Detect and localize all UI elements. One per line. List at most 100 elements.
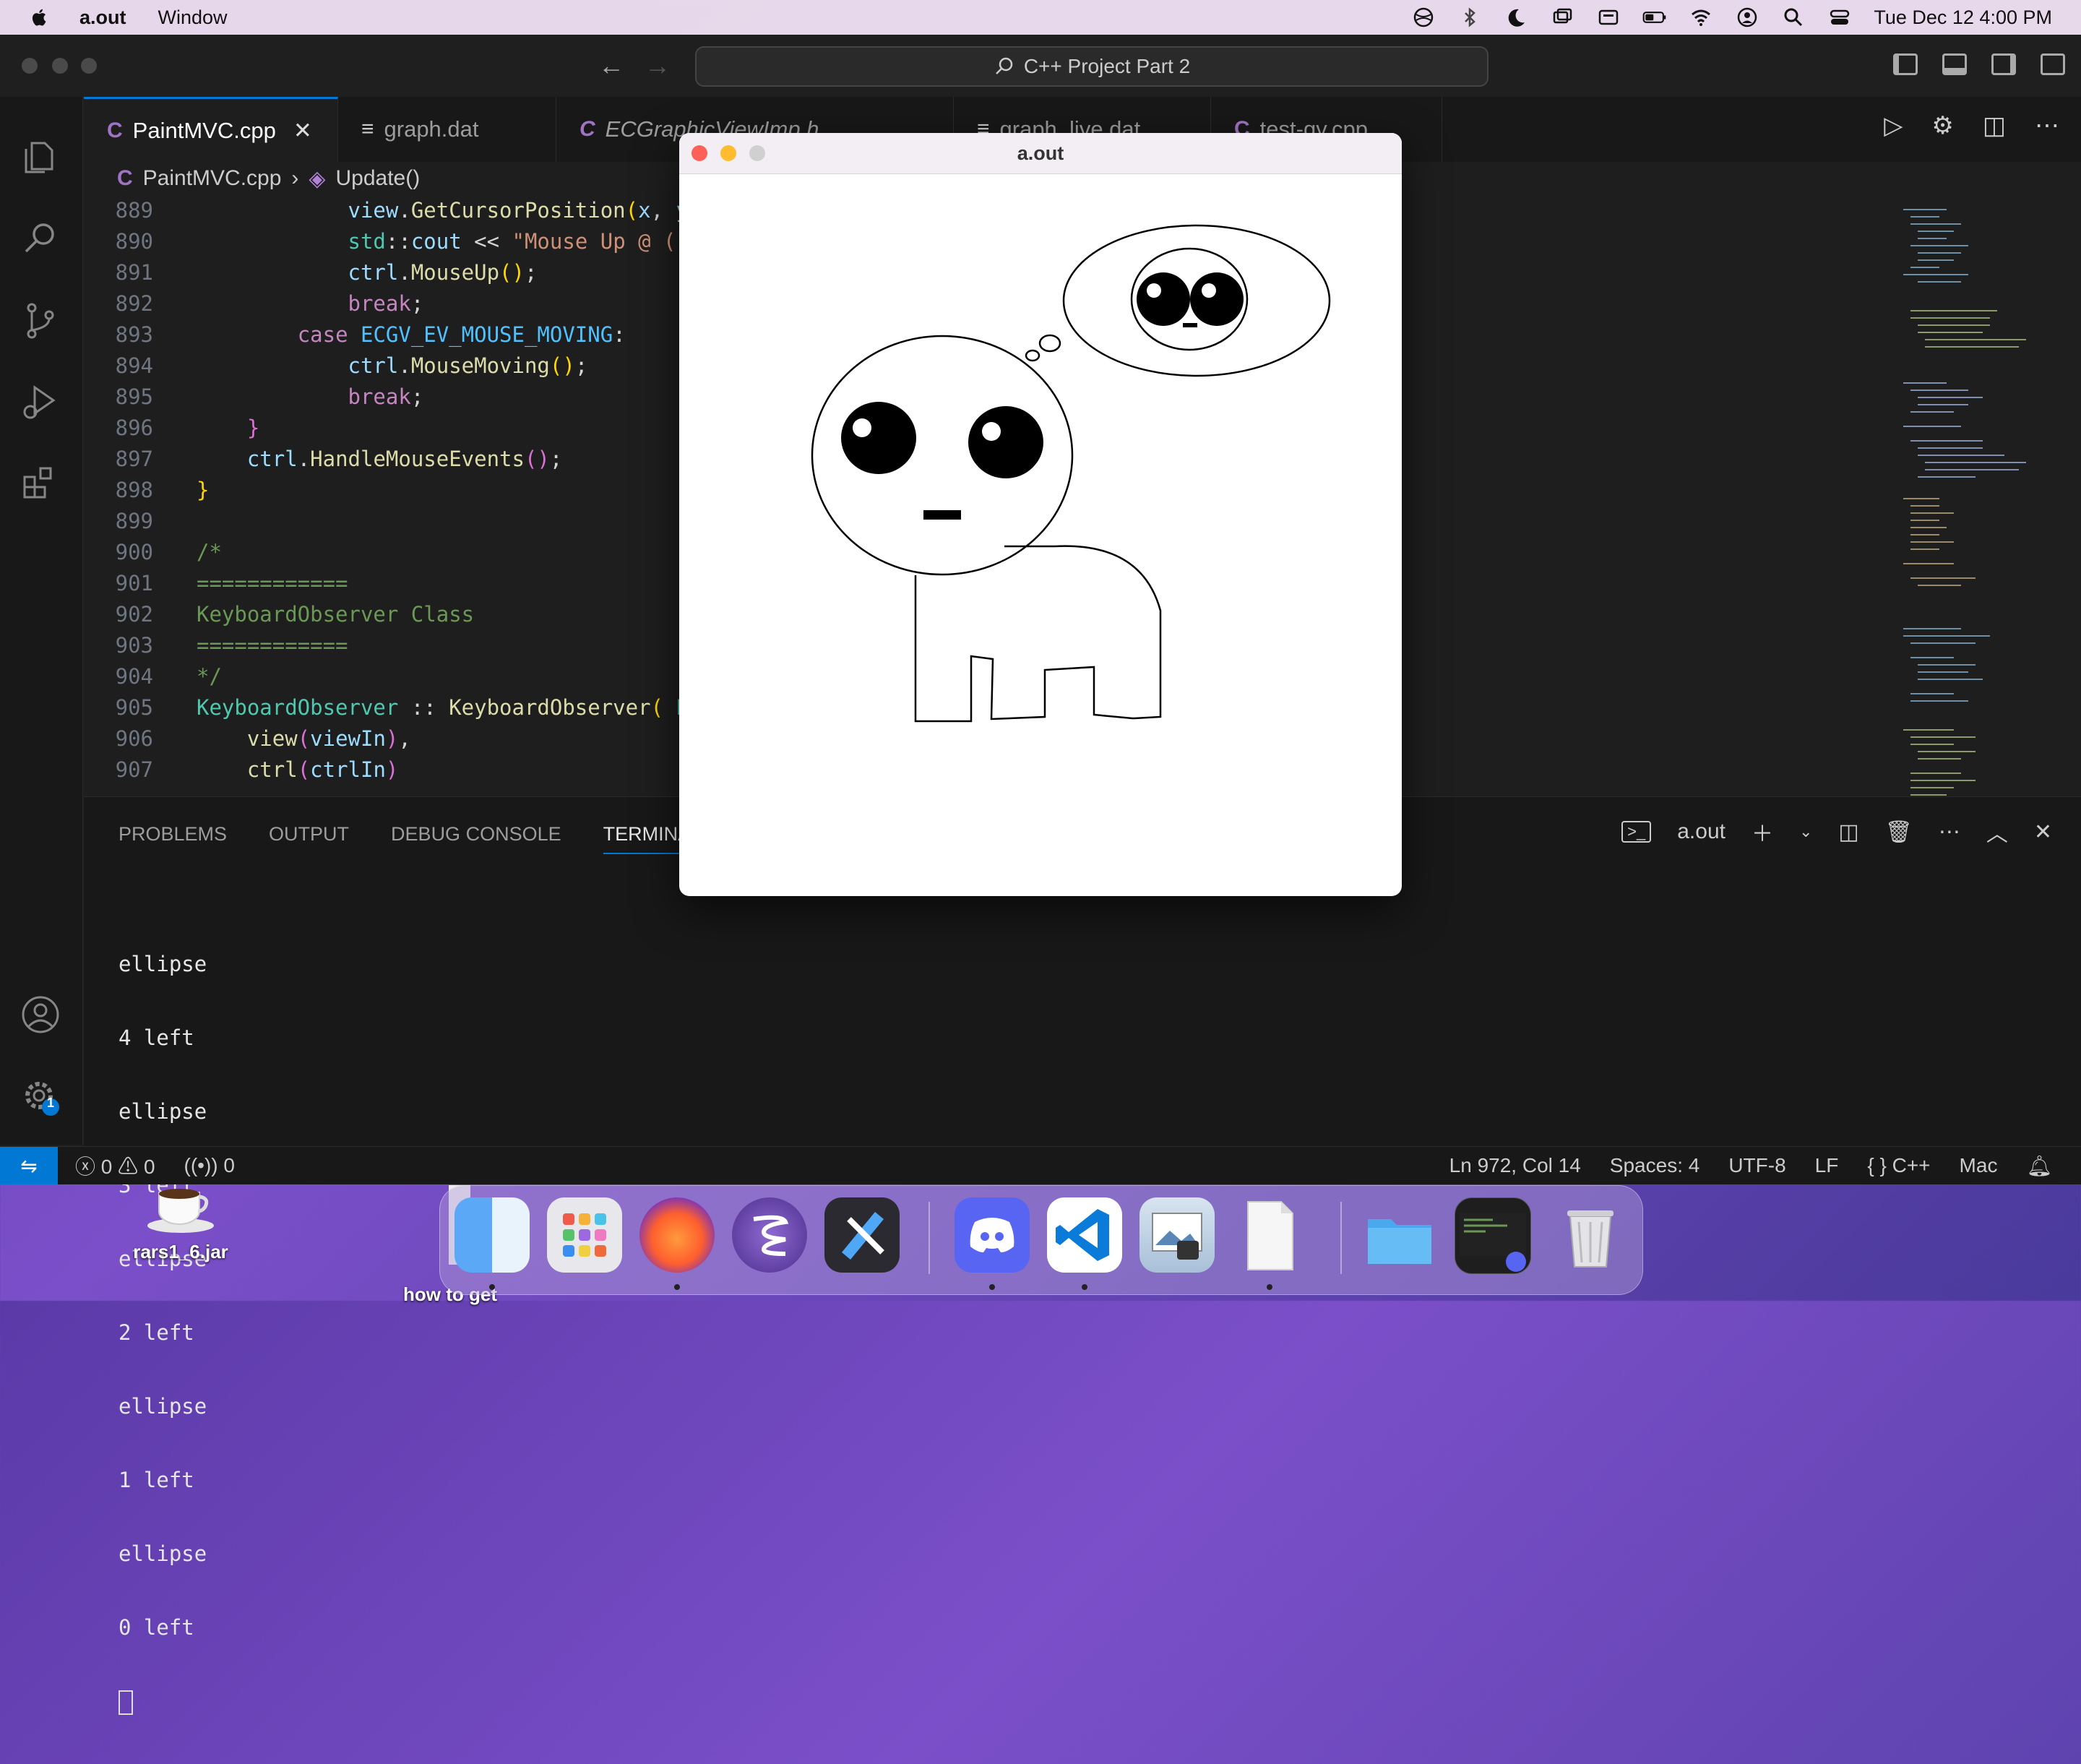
command-center[interactable]: C++ Project Part 2	[695, 46, 1488, 87]
indentation-status[interactable]: Spaces: 4	[1610, 1154, 1700, 1177]
control-center-icon[interactable]	[1827, 5, 1852, 30]
source-control-icon[interactable]	[19, 299, 62, 343]
menubar-clock[interactable]: Tue Dec 12 4:00 PM	[1874, 7, 2052, 29]
aout-minimize-button[interactable]	[720, 145, 736, 161]
notifications-bell-icon[interactable]: 🔔︎	[2026, 1154, 2052, 1178]
window-preview-icon[interactable]	[1455, 1197, 1531, 1274]
tab-graph-dat[interactable]: ≡ graph.dat	[338, 97, 556, 162]
launchpad-icon[interactable]	[547, 1197, 622, 1273]
trash-icon[interactable]	[1553, 1197, 1628, 1273]
input-menu-icon[interactable]	[1596, 5, 1621, 30]
close-window-button[interactable]	[22, 58, 38, 74]
minimize-window-button[interactable]	[52, 58, 68, 74]
terminal-instance-name[interactable]: a.out	[1677, 819, 1725, 844]
tab-paintmvc-cpp[interactable]: C PaintMVC.cpp ✕	[84, 97, 338, 162]
firefox-icon[interactable]	[639, 1197, 715, 1273]
language-mode[interactable]: { } C++	[1867, 1154, 1930, 1177]
bluetooth-icon[interactable]	[1457, 5, 1482, 30]
tab-debug-console[interactable]: DEBUG CONSOLE	[391, 823, 561, 854]
tab-output[interactable]: OUTPUT	[269, 823, 349, 854]
desktop-icon-rars[interactable]: rars1_6.jar	[130, 1178, 231, 1263]
cursor-position[interactable]: Ln 972, Col 14	[1449, 1154, 1581, 1177]
manage-gear-icon[interactable]: 1	[19, 1075, 62, 1119]
preview-icon[interactable]	[1139, 1197, 1215, 1273]
active-app-menu[interactable]: a.out	[79, 7, 126, 29]
accounts-icon[interactable]	[19, 993, 62, 1036]
aout-window-title: a.out	[1017, 142, 1064, 164]
running-indicator	[989, 1284, 995, 1290]
creature-mouth	[923, 510, 961, 520]
running-indicator	[489, 1284, 495, 1290]
emacs-icon[interactable]	[732, 1197, 807, 1273]
settings-gear-icon[interactable]: ⚙	[1931, 111, 1953, 140]
warning-icon: ⚠	[118, 1156, 139, 1178]
run-file-icon[interactable]: ▷	[1884, 111, 1903, 140]
problems-status[interactable]: ⓧ 0 ⚠ 0	[75, 1151, 155, 1180]
forward-arrow-icon[interactable]: →	[645, 51, 671, 81]
close-panel-icon[interactable]: ✕	[2034, 819, 2052, 845]
discord-icon[interactable]	[955, 1197, 1030, 1273]
user-account-icon[interactable]	[1735, 5, 1759, 30]
breadcrumb-symbol[interactable]: Update()	[336, 166, 421, 191]
remote-indicator-icon[interactable]: ⇋	[0, 1147, 58, 1184]
left-eye	[841, 402, 916, 474]
close-tab-icon[interactable]: ✕	[293, 118, 312, 144]
platform-status[interactable]: Mac	[1960, 1154, 1998, 1177]
drawing-canvas[interactable]	[679, 173, 1402, 896]
chevron-down-icon[interactable]: ⌄	[1799, 822, 1812, 841]
window-menu[interactable]: Window	[158, 7, 228, 29]
breadcrumb: C PaintMVC.cpp › ◈ Update()	[84, 162, 420, 195]
toggle-primary-sidebar-icon[interactable]	[1893, 53, 1918, 75]
xcode-icon[interactable]	[824, 1197, 900, 1273]
more-actions-icon[interactable]: ⋯	[2035, 111, 2059, 140]
vscode-icon[interactable]	[1047, 1197, 1122, 1273]
screen-mirroring-icon[interactable]	[1550, 5, 1574, 30]
back-arrow-icon[interactable]: ←	[598, 51, 624, 81]
code-line: 899	[115, 509, 153, 533]
running-indicator	[674, 1284, 680, 1290]
customize-layout-icon[interactable]	[2041, 53, 2065, 75]
finder-icon[interactable]	[454, 1197, 530, 1273]
code-line: 893 case ECGV_EV_MOUSE_MOVING:	[115, 322, 626, 347]
aout-window: a.out	[679, 133, 1402, 896]
list-file-icon: ≡	[361, 117, 374, 141]
toggle-secondary-sidebar-icon[interactable]	[1991, 53, 2016, 75]
minimap[interactable]	[1889, 195, 2033, 831]
tab-problems[interactable]: PROBLEMS	[119, 823, 227, 854]
split-editor-icon[interactable]: ◫	[1983, 111, 2006, 140]
aout-close-button[interactable]	[691, 145, 707, 161]
running-indicator	[1267, 1284, 1272, 1290]
run-debug-icon[interactable]	[19, 380, 62, 423]
vpn-globe-icon[interactable]	[1411, 5, 1436, 30]
apple-icon[interactable]	[29, 7, 51, 28]
folder-icon[interactable]	[1362, 1197, 1437, 1273]
error-icon: ⓧ	[75, 1156, 96, 1178]
encoding-status[interactable]: UTF-8	[1728, 1154, 1785, 1177]
search-icon	[995, 57, 1013, 74]
spotlight-search-icon[interactable]	[1781, 5, 1806, 30]
zoom-window-button[interactable]	[81, 58, 97, 74]
split-terminal-icon[interactable]: ◫	[1838, 819, 1858, 845]
terminal-output[interactable]: ellipse 4 left ellipse 3 left ellipse 2 …	[119, 903, 207, 1764]
kill-terminal-trash-icon[interactable]: 🗑	[1885, 819, 1913, 845]
c-header-file-icon: C	[580, 117, 595, 141]
eol-status[interactable]: LF	[1815, 1154, 1839, 1177]
new-terminal-plus-icon[interactable]: ＋	[1752, 816, 1773, 848]
toggle-panel-icon[interactable]	[1942, 53, 1967, 75]
running-indicator	[1082, 1284, 1087, 1290]
extensions-icon[interactable]	[19, 461, 62, 504]
more-actions-icon[interactable]: ⋯	[1939, 819, 1960, 845]
wifi-icon[interactable]	[1689, 5, 1713, 30]
textedit-icon[interactable]	[1232, 1197, 1307, 1273]
ports-status[interactable]: ((•)) 0	[184, 1154, 235, 1177]
focus-moon-icon[interactable]	[1504, 5, 1528, 30]
breadcrumb-file[interactable]: PaintMVC.cpp	[143, 166, 282, 191]
maximize-panel-chevron-up-icon[interactable]: ︿	[1986, 816, 2008, 848]
aout-title-bar[interactable]: a.out	[679, 133, 1402, 174]
terminal-cursor	[119, 1690, 133, 1715]
search-icon[interactable]	[19, 217, 62, 260]
battery-icon[interactable]	[1642, 5, 1667, 30]
braces-icon: { }	[1867, 1154, 1887, 1176]
explorer-icon[interactable]	[19, 136, 62, 179]
aout-zoom-button[interactable]	[749, 145, 765, 161]
